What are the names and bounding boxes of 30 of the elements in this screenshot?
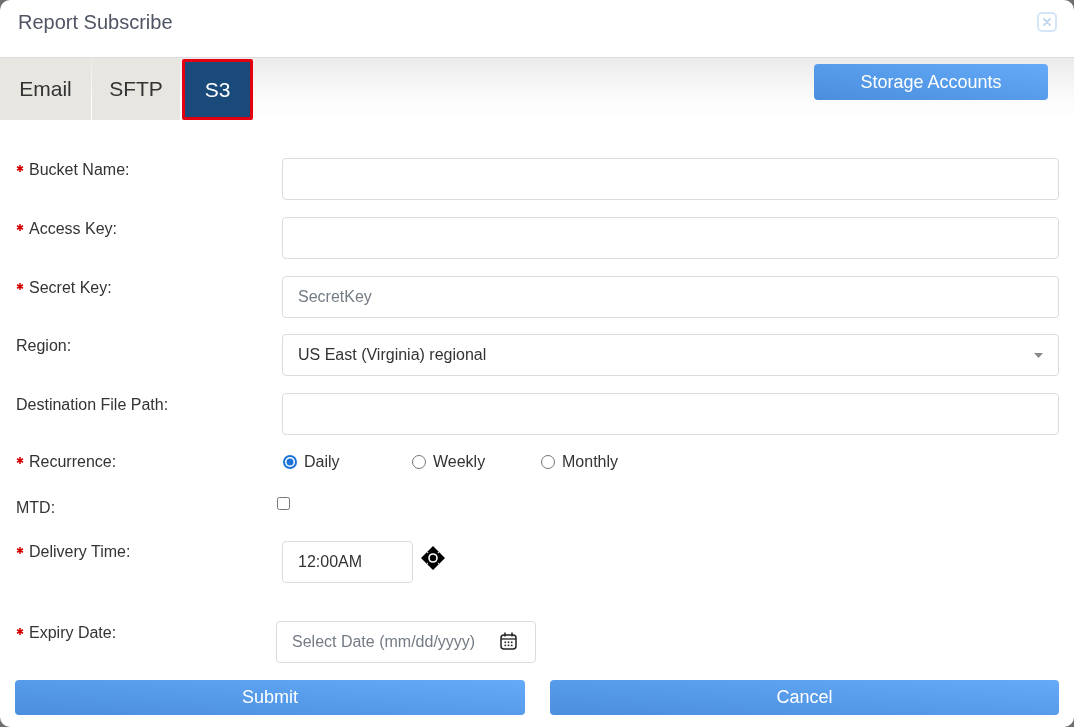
date-field[interactable]: Select Date (mm/dd/yyyy) — [276, 621, 536, 663]
field-label: Expiry Date: — [29, 623, 117, 643]
field-label: Secret Key: — [29, 277, 112, 298]
checkbox[interactable] — [277, 497, 290, 510]
text-field[interactable] — [282, 393, 1059, 435]
field-label: Access Key: — [29, 218, 118, 239]
text-field[interactable] — [282, 158, 1059, 200]
radio-option[interactable]: Monthly — [541, 453, 619, 471]
radio-icon[interactable] — [541, 455, 555, 469]
field-label: Destination File Path: — [16, 395, 169, 415]
radio-option[interactable]: Weekly — [412, 453, 541, 471]
field-label: MTD: — [16, 498, 56, 518]
move-icon[interactable] — [421, 546, 445, 570]
text-field[interactable] — [282, 216, 1059, 259]
tab[interactable]: Email — [0, 58, 91, 120]
radio-icon[interactable] — [283, 455, 297, 469]
tab[interactable]: S3 — [182, 59, 253, 120]
calendar-icon[interactable] — [500, 631, 517, 650]
radio-icon[interactable] — [412, 455, 426, 469]
tab[interactable]: SFTP — [92, 58, 180, 120]
field-label: Recurrence: — [29, 452, 117, 472]
field-label: Delivery Time: — [29, 542, 131, 562]
dropdown[interactable]: US East (Virginia) regional — [282, 334, 1059, 377]
field-label: Bucket Name: — [29, 160, 130, 180]
text-field[interactable]: SecretKey — [282, 275, 1059, 318]
dialog-title: Report Subscribe — [18, 10, 173, 34]
field-label: Region: — [16, 336, 72, 357]
time-field[interactable]: 12:00AM — [282, 541, 413, 583]
radio-option[interactable]: Daily — [283, 453, 412, 471]
caret-icon — [1034, 352, 1043, 358]
